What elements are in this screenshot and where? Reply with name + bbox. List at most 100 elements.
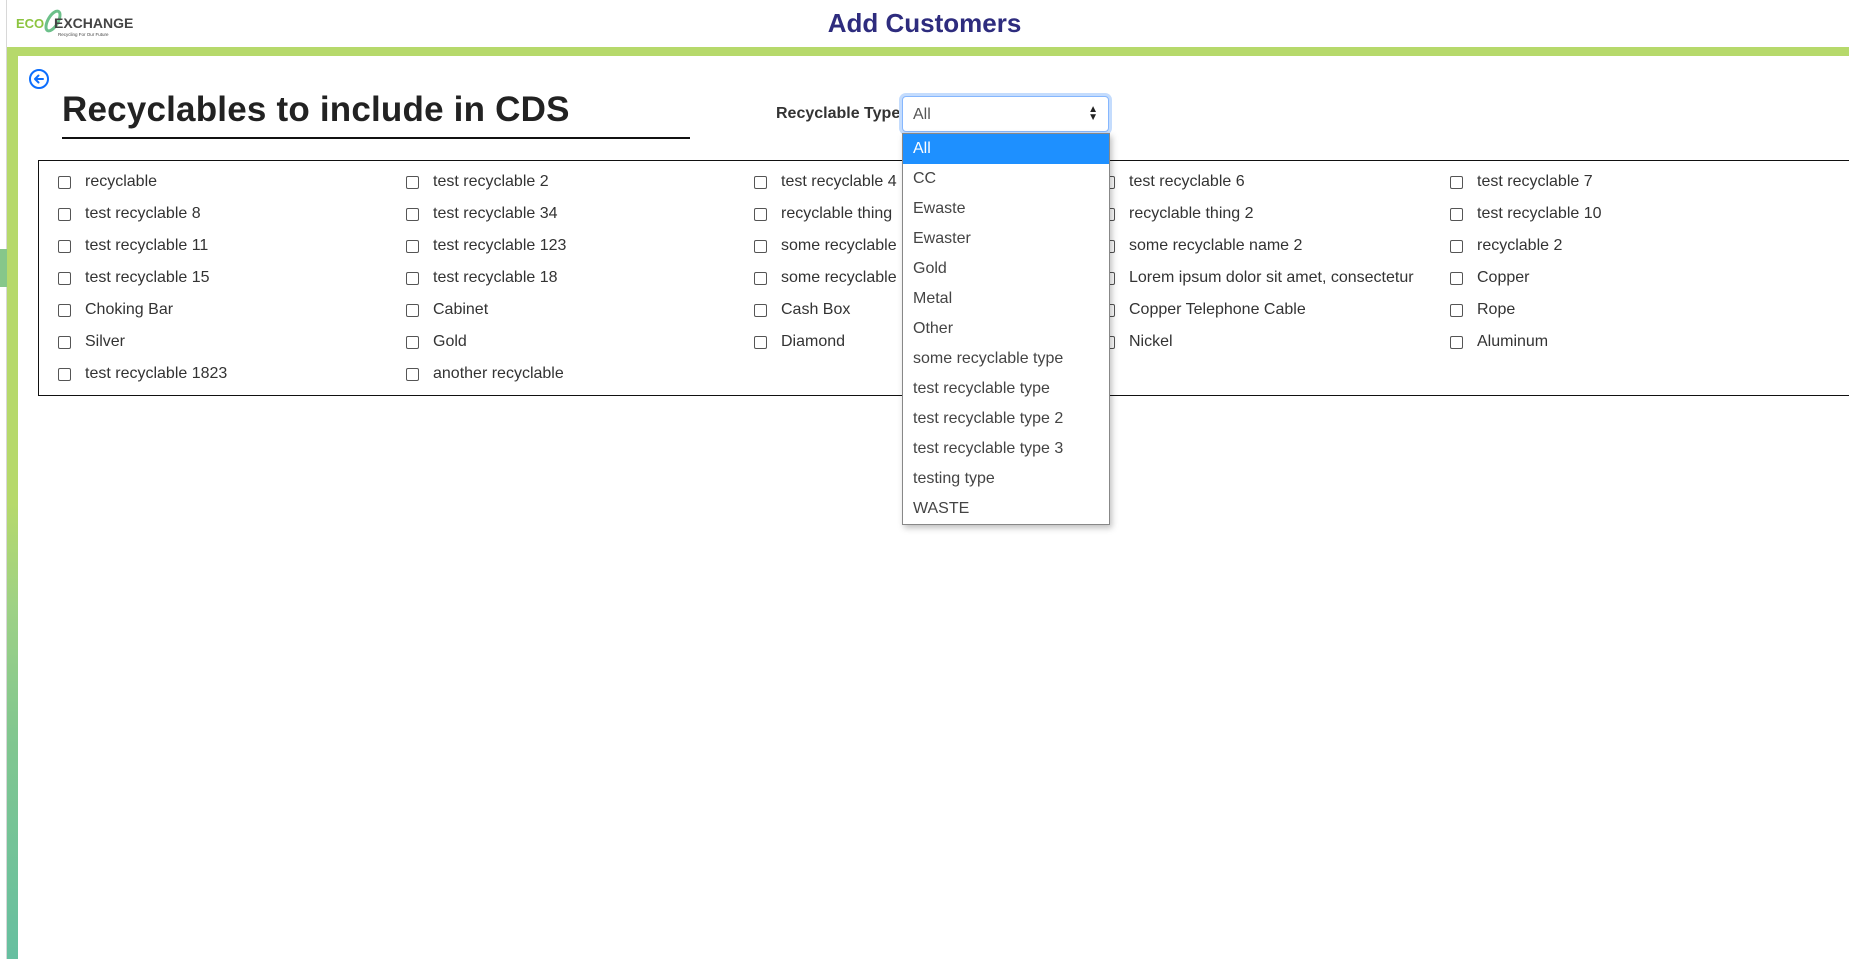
- recyclable-checkbox-item[interactable]: test recyclable 10: [1450, 203, 1602, 225]
- recyclable-label: Cash Box: [781, 301, 851, 318]
- checkbox[interactable]: [406, 335, 419, 349]
- checkbox[interactable]: [58, 175, 71, 189]
- dropdown-option[interactable]: WASTE: [903, 494, 1109, 524]
- recyclable-label: test recyclable 2: [433, 173, 549, 190]
- checkbox[interactable]: [754, 175, 767, 189]
- recyclable-checkbox-item[interactable]: some recyclable: [754, 267, 897, 289]
- recyclable-label: another recyclable: [433, 365, 564, 382]
- recyclable-checkbox-item[interactable]: Aluminum: [1450, 331, 1548, 353]
- recyclable-checkbox-item[interactable]: Cash Box: [754, 299, 850, 321]
- dropdown-option[interactable]: test recyclable type: [903, 374, 1109, 404]
- recyclable-type-label: Recyclable Type:: [776, 105, 906, 122]
- checkbox[interactable]: [58, 271, 71, 285]
- dropdown-option[interactable]: Ewaste: [903, 194, 1109, 224]
- checkbox[interactable]: [406, 175, 419, 189]
- recyclable-label: Copper: [1477, 269, 1530, 286]
- dropdown-option[interactable]: Metal: [903, 284, 1109, 314]
- recyclable-checkbox-item[interactable]: Copper Telephone Cable: [1102, 299, 1306, 321]
- recyclable-checkbox-item[interactable]: test recyclable 2: [406, 171, 549, 193]
- recyclable-checkbox-item[interactable]: test recyclable 7: [1450, 171, 1593, 193]
- recyclable-label: test recyclable 123: [433, 237, 567, 254]
- recyclable-checkbox-item[interactable]: test recyclable 15: [58, 267, 210, 289]
- recyclable-checkbox-item[interactable]: Nickel: [1102, 331, 1173, 353]
- recyclable-checkbox-item[interactable]: recyclable: [58, 171, 157, 193]
- recyclable-label: test recyclable 18: [433, 269, 558, 286]
- checkbox[interactable]: [754, 303, 767, 317]
- recyclable-label: Aluminum: [1477, 333, 1549, 350]
- recyclable-checkbox-item[interactable]: test recyclable 4: [754, 171, 897, 193]
- title-underline: [62, 137, 690, 139]
- recyclable-checkbox-item[interactable]: another recyclable: [406, 363, 564, 385]
- recyclable-checkbox-item[interactable]: test recyclable 6: [1102, 171, 1245, 193]
- recyclable-label: test recyclable 15: [85, 269, 210, 286]
- recyclable-label: some recyclable name 2: [1129, 237, 1303, 254]
- recyclable-label: test recyclable 1823: [85, 365, 228, 382]
- recyclable-checkbox-item[interactable]: some recyclable name 2: [1102, 235, 1302, 257]
- sidebar-tab[interactable]: [0, 249, 7, 287]
- recyclable-label: Lorem ipsum dolor sit amet, consectetur: [1129, 269, 1414, 286]
- checkbox[interactable]: [406, 271, 419, 285]
- checkbox[interactable]: [406, 239, 419, 253]
- recyclable-label: recyclable 2: [1477, 237, 1563, 254]
- checkbox[interactable]: [1450, 271, 1463, 285]
- checkbox[interactable]: [58, 239, 71, 253]
- recyclable-label: test recyclable 6: [1129, 173, 1245, 190]
- recyclable-checkbox-item[interactable]: test recyclable 11: [58, 235, 208, 257]
- recyclable-label: test recyclable 34: [433, 205, 558, 222]
- recyclable-checkbox-item[interactable]: recyclable thing 2: [1102, 203, 1254, 225]
- checkbox[interactable]: [754, 207, 767, 221]
- dropdown-option[interactable]: Ewaster: [903, 224, 1109, 254]
- recyclable-checkbox-item[interactable]: Diamond: [754, 331, 845, 353]
- recyclable-label: Choking Bar: [85, 301, 174, 318]
- checkbox[interactable]: [754, 239, 767, 253]
- dropdown-option[interactable]: CC: [903, 164, 1109, 194]
- dropdown-option[interactable]: testing type: [903, 464, 1109, 494]
- recyclable-checkbox-item[interactable]: recyclable 2: [1450, 235, 1562, 257]
- recyclable-checkbox-item[interactable]: some recyclable: [754, 235, 897, 257]
- checkbox[interactable]: [406, 303, 419, 317]
- recyclable-checkbox-item[interactable]: test recyclable 8: [58, 203, 201, 225]
- dropdown-option[interactable]: Other: [903, 314, 1109, 344]
- checkbox[interactable]: [1450, 207, 1463, 221]
- accent-strip: [7, 47, 18, 959]
- checkbox[interactable]: [1450, 303, 1463, 317]
- recyclable-checkbox-item[interactable]: test recyclable 123: [406, 235, 566, 257]
- checkbox[interactable]: [58, 335, 71, 349]
- recyclable-label: some recyclable: [781, 269, 897, 286]
- recyclable-checkbox-item[interactable]: Choking Bar: [58, 299, 173, 321]
- recyclable-checkbox-item[interactable]: Gold: [406, 331, 467, 353]
- checkbox[interactable]: [406, 207, 419, 221]
- dropdown-option[interactable]: some recyclable type: [903, 344, 1109, 374]
- app-header: ECO EXCHANGE Recycling For Our Future Ad…: [0, 0, 1849, 47]
- recyclable-label: test recyclable 7: [1477, 173, 1593, 190]
- recyclable-label: recyclable thing: [781, 205, 893, 222]
- recyclable-checkbox-item[interactable]: test recyclable 34: [406, 203, 558, 225]
- checkbox[interactable]: [58, 207, 71, 221]
- recyclable-label: Gold: [433, 333, 467, 350]
- checkbox[interactable]: [1450, 239, 1463, 253]
- checkbox[interactable]: [58, 303, 71, 317]
- dropdown-option[interactable]: All: [903, 134, 1109, 164]
- recyclable-label: Nickel: [1129, 333, 1173, 350]
- recyclable-type-select[interactable]: All ▲ ▼: [902, 96, 1109, 132]
- arrow-left-circle-icon[interactable]: [28, 68, 50, 90]
- checkbox[interactable]: [1450, 335, 1463, 349]
- recyclable-checkbox-item[interactable]: test recyclable 1823: [58, 363, 227, 385]
- recyclable-checkbox-item[interactable]: Cabinet: [406, 299, 488, 321]
- recyclable-checkbox-item[interactable]: Rope: [1450, 299, 1515, 321]
- recyclable-checkbox-item[interactable]: test recyclable 18: [406, 267, 558, 289]
- recyclable-checkbox-item[interactable]: Lorem ipsum dolor sit amet, consectetur: [1102, 267, 1414, 289]
- dropdown-option[interactable]: test recyclable type 2: [903, 404, 1109, 434]
- recyclable-checkbox-item[interactable]: Copper: [1450, 267, 1529, 289]
- app-title: Add Customers: [827, 8, 1022, 38]
- checkbox[interactable]: [58, 367, 71, 381]
- recyclable-checkbox-item[interactable]: Silver: [58, 331, 125, 353]
- recyclable-label: Cabinet: [433, 301, 489, 318]
- dropdown-option[interactable]: Gold: [903, 254, 1109, 284]
- checkbox[interactable]: [754, 335, 767, 349]
- checkbox[interactable]: [406, 367, 419, 381]
- dropdown-option[interactable]: test recyclable type 3: [903, 434, 1109, 464]
- checkbox[interactable]: [1450, 175, 1463, 189]
- recyclable-checkbox-item[interactable]: recyclable thing: [754, 203, 892, 225]
- checkbox[interactable]: [754, 271, 767, 285]
